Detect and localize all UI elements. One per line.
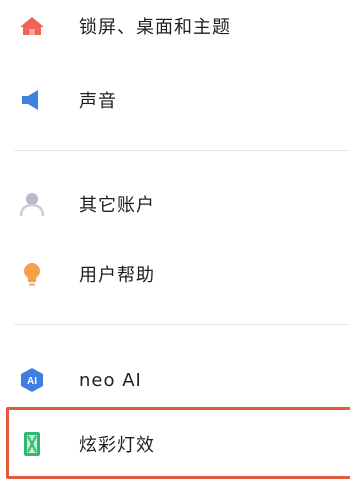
settings-item-neo-ai[interactable]: AI neo AI [0,354,350,406]
speaker-icon [18,86,46,114]
settings-item-label: neo AI [79,369,142,391]
ai-icon-badge: AI [27,376,37,387]
lightbulb-icon [18,260,46,288]
settings-item-sound[interactable]: 声音 [0,74,350,126]
settings-item-label: 用户帮助 [79,265,155,286]
settings-item-label: 锁屏、桌面和主题 [79,17,231,38]
ai-icon: AI [18,366,46,394]
highlight-box [6,407,350,479]
home-icon [18,12,46,40]
settings-item-theme[interactable]: 锁屏、桌面和主题 [0,0,350,52]
divider [14,324,350,325]
divider [14,150,350,151]
settings-item-accounts[interactable]: 其它账户 [0,178,350,230]
settings-item-label: 其它账户 [79,195,155,216]
user-icon [18,190,46,218]
settings-item-label: 声音 [79,91,117,112]
settings-item-help[interactable]: 用户帮助 [0,248,350,300]
